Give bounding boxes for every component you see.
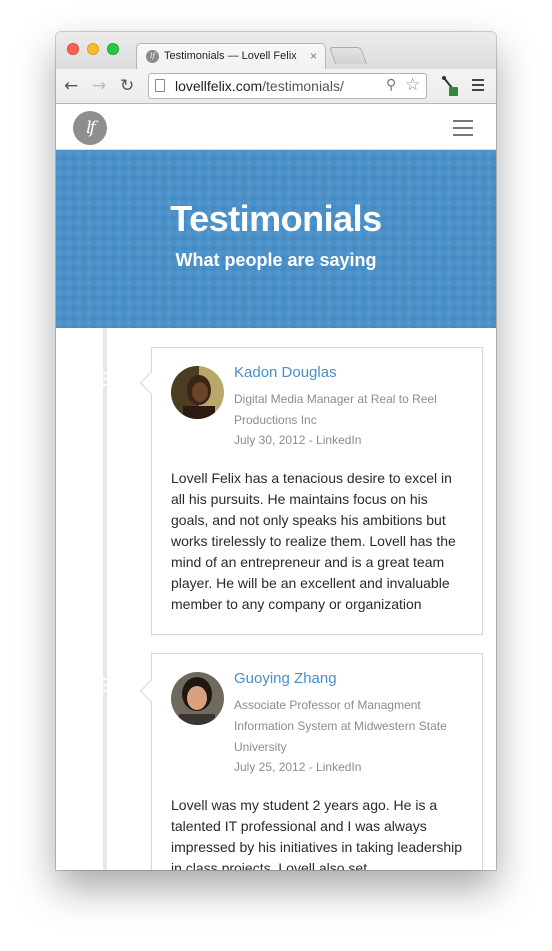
- close-window-button[interactable]: [67, 43, 79, 55]
- reload-icon[interactable]: ↻: [120, 76, 134, 96]
- testimonial-author-link[interactable]: Kadon Douglas: [234, 364, 337, 381]
- tab-testimonials[interactable]: lf Testimonials — Lovell Felix ×: [136, 43, 326, 70]
- testimonial-author-role: Digital Media Manager at Real to Reel Pr…: [234, 392, 437, 427]
- tab-title: Testimonials — Lovell Felix: [164, 50, 297, 62]
- web-page: lf Testimonials What people are saying K…: [56, 104, 496, 870]
- url-text[interactable]: lovellfelix.com/testimonials/: [175, 78, 344, 94]
- menu-icon[interactable]: [472, 79, 484, 94]
- zoom-window-button[interactable]: [107, 43, 119, 55]
- page-subtitle: What people are saying: [175, 250, 377, 270]
- minimize-window-button[interactable]: [87, 43, 99, 55]
- testimonial-author-link[interactable]: Guoying Zhang: [234, 670, 337, 687]
- card-pointer: [139, 371, 163, 395]
- browser-toolbar: ← → ↻ lovellfelix.com/testimonials/ ⚲ ☆: [56, 69, 496, 104]
- browser-window: lf Testimonials — Lovell Felix × ← → ↻ l…: [56, 32, 496, 870]
- url-host: lovellfelix.com: [175, 78, 263, 94]
- page-icon: [155, 79, 165, 92]
- tab-bar: lf Testimonials — Lovell Felix ×: [56, 32, 496, 70]
- card-pointer: [139, 679, 163, 703]
- testimonial-card: Kadon Douglas Digital Media Manager at R…: [139, 347, 483, 635]
- testimonial-date: July 30, 2012 - LinkedIn: [234, 433, 362, 447]
- testimonial-card: Guoying Zhang Associate Professor of Man…: [139, 653, 483, 870]
- testimonial-author-role: Associate Professor of Managment Informa…: [234, 698, 447, 754]
- new-tab-button[interactable]: [328, 47, 368, 64]
- page-title: Testimonials: [170, 198, 382, 239]
- zoom-icon[interactable]: ⚲: [386, 77, 396, 93]
- avatar: [171, 672, 224, 725]
- hero-banner: Testimonials What people are saying: [56, 150, 496, 328]
- favicon-icon: lf: [146, 50, 159, 63]
- star-icon[interactable]: ☆: [405, 75, 420, 95]
- hamburger-menu-icon[interactable]: [453, 120, 473, 141]
- logo[interactable]: lf: [73, 111, 107, 145]
- site-header: lf: [56, 104, 496, 150]
- testimonial-quote: Lovell Felix has a tenacious desire to e…: [171, 470, 456, 612]
- avatar: [171, 366, 224, 419]
- testimonial-quote: Lovell was my student 2 years ago. He is…: [171, 797, 463, 870]
- back-icon[interactable]: ←: [64, 76, 78, 96]
- address-bar[interactable]: lovellfelix.com/testimonials/ ⚲ ☆: [148, 73, 427, 99]
- tab-close-icon[interactable]: ×: [310, 49, 317, 63]
- timeline-line: [103, 328, 107, 870]
- eyedropper-icon[interactable]: [441, 75, 459, 97]
- testimonial-date: July 25, 2012 - LinkedIn: [234, 760, 362, 774]
- url-path: /testimonials/: [262, 78, 344, 94]
- forward-icon[interactable]: →: [92, 76, 106, 96]
